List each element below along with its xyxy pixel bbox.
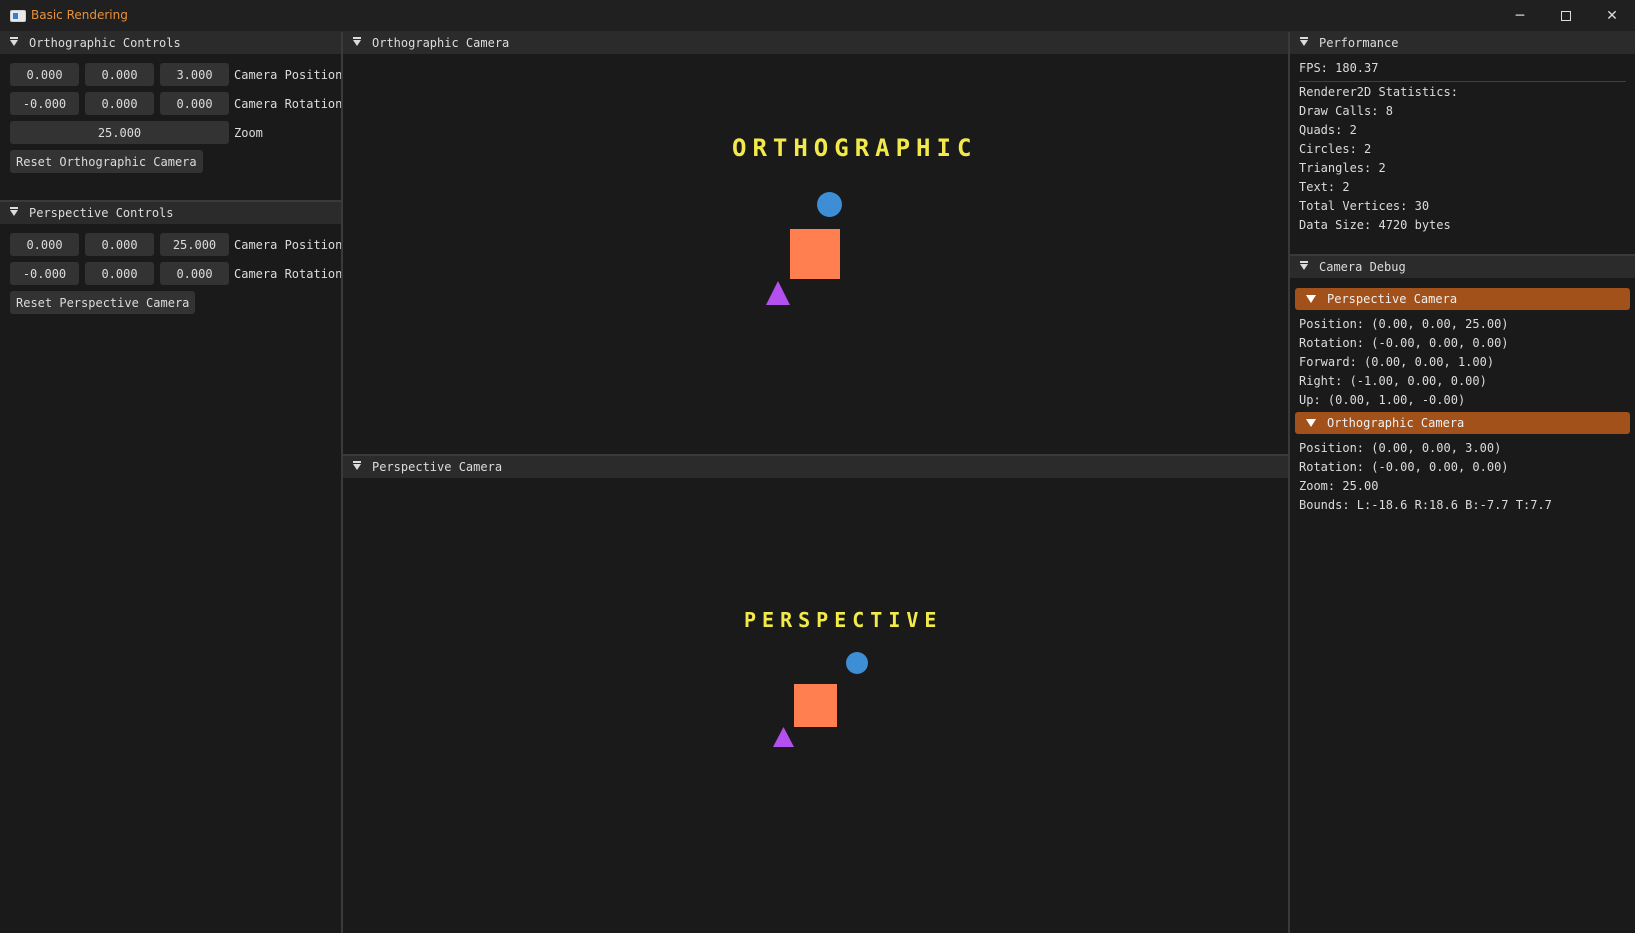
persp-viewport-header[interactable]: Perspective Camera [343, 456, 1288, 478]
ortho-controls-header[interactable]: Orthographic Controls [0, 32, 341, 54]
perspective-camera-tree-node[interactable]: Perspective Camera [1295, 288, 1630, 310]
persp-position-x-field[interactable]: 0.000 [10, 233, 79, 256]
camera-debug-header[interactable]: Camera Debug [1290, 256, 1635, 278]
separator [1299, 81, 1626, 82]
ortho-rotation-row: -0.000 0.000 0.000 Camera Rotation [10, 92, 341, 115]
expand-arrow-icon [1306, 419, 1316, 427]
window-title: Basic Rendering [31, 8, 128, 22]
camera-debug-panel: Camera Debug Perspective Camera Position… [1290, 256, 1635, 933]
ortho-rotation-z-field[interactable]: 0.000 [160, 92, 229, 115]
text-count-text: Text: 2 [1299, 180, 1350, 194]
performance-panel: Performance FPS: 180.37 Renderer2D Stati… [1290, 32, 1635, 254]
fps-text: FPS: 180.37 [1299, 61, 1379, 75]
minimize-icon: ─ [1515, 8, 1525, 24]
ortho-position-info: Position: (0.00, 0.00, 3.00) [1299, 441, 1502, 455]
persp-up-info: Up: (0.00, 1.00, -0.00) [1299, 393, 1466, 407]
collapse-arrow-icon[interactable] [1300, 37, 1308, 46]
persp-rotation-label: Camera Rotation [234, 266, 341, 281]
ortho-triangle [766, 281, 790, 305]
panel-title: Performance [1319, 36, 1399, 50]
ortho-rotation-info: Rotation: (-0.00, 0.00, 0.00) [1299, 460, 1509, 474]
persp-triangle [773, 727, 794, 747]
maximize-icon [1561, 11, 1571, 21]
triangles-text: Triangles: 2 [1299, 161, 1386, 175]
panel-title: Orthographic Camera [372, 36, 510, 50]
ortho-zoom-label: Zoom [234, 125, 263, 140]
persp-viewport-panel: Perspective Camera PERSPECTIVE [343, 456, 1288, 933]
collapse-arrow-icon[interactable] [1300, 261, 1308, 270]
performance-header[interactable]: Performance [1290, 32, 1635, 54]
collapse-arrow-icon[interactable] [10, 37, 18, 46]
stats-title: Renderer2D Statistics: [1299, 85, 1458, 99]
persp-position-y-field[interactable]: 0.000 [85, 233, 154, 256]
orthographic-camera-tree-node[interactable]: Orthographic Camera [1295, 412, 1630, 434]
persp-controls-panel: Perspective Controls 0.000 0.000 25.000 … [0, 202, 341, 933]
ortho-scene-text: ORTHOGRAPHIC [732, 134, 978, 162]
expand-arrow-icon [1306, 295, 1316, 303]
ortho-position-y-field[interactable]: 0.000 [85, 63, 154, 86]
ortho-position-z-field[interactable]: 3.000 [160, 63, 229, 86]
persp-rotation-z-field[interactable]: 0.000 [160, 262, 229, 285]
quads-text: Quads: 2 [1299, 123, 1357, 137]
persp-rotation-info: Rotation: (-0.00, 0.00, 0.00) [1299, 336, 1509, 350]
panel-title: Perspective Controls [29, 206, 174, 220]
persp-controls-header[interactable]: Perspective Controls [0, 202, 341, 224]
persp-position-z-field[interactable]: 25.000 [160, 233, 229, 256]
ortho-rotation-x-field[interactable]: -0.000 [10, 92, 79, 115]
ortho-position-label: Camera Position [234, 67, 341, 82]
app-icon [10, 10, 26, 22]
reset-persp-camera-button[interactable]: Reset Perspective Camera [10, 291, 196, 314]
close-button[interactable]: ✕ [1589, 0, 1635, 32]
ortho-rotation-label: Camera Rotation [234, 96, 341, 111]
persp-position-row: 0.000 0.000 25.000 Camera Position [10, 233, 341, 256]
collapse-arrow-icon[interactable] [353, 461, 361, 470]
ortho-quad [790, 229, 840, 279]
ortho-viewport-panel: Orthographic Camera ORTHOGRAPHIC [343, 32, 1288, 454]
panel-title: Orthographic Controls [29, 36, 181, 50]
persp-scene-text: PERSPECTIVE [744, 608, 943, 632]
ortho-position-x-field[interactable]: 0.000 [10, 63, 79, 86]
ortho-bounds-info: Bounds: L:-18.6 R:18.6 B:-7.7 T:7.7 [1299, 498, 1552, 512]
ortho-zoom-row: 25.000 Zoom [10, 121, 263, 144]
persp-right-info: Right: (-1.00, 0.00, 0.00) [1299, 374, 1487, 388]
maximize-button[interactable] [1543, 0, 1589, 32]
persp-rotation-y-field[interactable]: 0.000 [85, 262, 154, 285]
minimize-button[interactable]: ─ [1497, 0, 1543, 32]
persp-quad [794, 684, 837, 727]
persp-forward-info: Forward: (0.00, 0.00, 1.00) [1299, 355, 1495, 369]
ortho-rotation-y-field[interactable]: 0.000 [85, 92, 154, 115]
total-vertices-text: Total Vertices: 30 [1299, 199, 1430, 213]
persp-rotation-row: -0.000 0.000 0.000 Camera Rotation [10, 262, 341, 285]
ortho-zoom-info: Zoom: 25.00 [1299, 479, 1379, 493]
circles-text: Circles: 2 [1299, 142, 1372, 156]
persp-circle [846, 652, 868, 674]
persp-position-info: Position: (0.00, 0.00, 25.00) [1299, 317, 1509, 331]
ortho-controls-panel: Orthographic Controls 0.000 0.000 3.000 … [0, 32, 341, 200]
ortho-position-row: 0.000 0.000 3.000 Camera Position [10, 63, 341, 86]
ortho-viewport-header[interactable]: Orthographic Camera [343, 32, 1288, 54]
ortho-viewport[interactable]: ORTHOGRAPHIC [343, 54, 1288, 454]
panel-title: Camera Debug [1319, 260, 1406, 274]
persp-rotation-x-field[interactable]: -0.000 [10, 262, 79, 285]
tree-node-label: Orthographic Camera [1327, 416, 1465, 430]
draw-calls-text: Draw Calls: 8 [1299, 104, 1393, 118]
persp-position-label: Camera Position [234, 237, 341, 252]
title-bar: Basic Rendering ─ ✕ [0, 0, 1635, 32]
close-icon: ✕ [1606, 8, 1618, 24]
collapse-arrow-icon[interactable] [10, 207, 18, 216]
persp-viewport[interactable]: PERSPECTIVE [343, 478, 1288, 933]
tree-node-label: Perspective Camera [1327, 292, 1458, 306]
collapse-arrow-icon[interactable] [353, 37, 361, 46]
reset-ortho-camera-button[interactable]: Reset Orthographic Camera [10, 150, 203, 173]
ortho-zoom-field[interactable]: 25.000 [10, 121, 229, 144]
ortho-circle [817, 192, 842, 217]
panel-title: Perspective Camera [372, 460, 503, 474]
data-size-text: Data Size: 4720 bytes [1299, 218, 1451, 232]
